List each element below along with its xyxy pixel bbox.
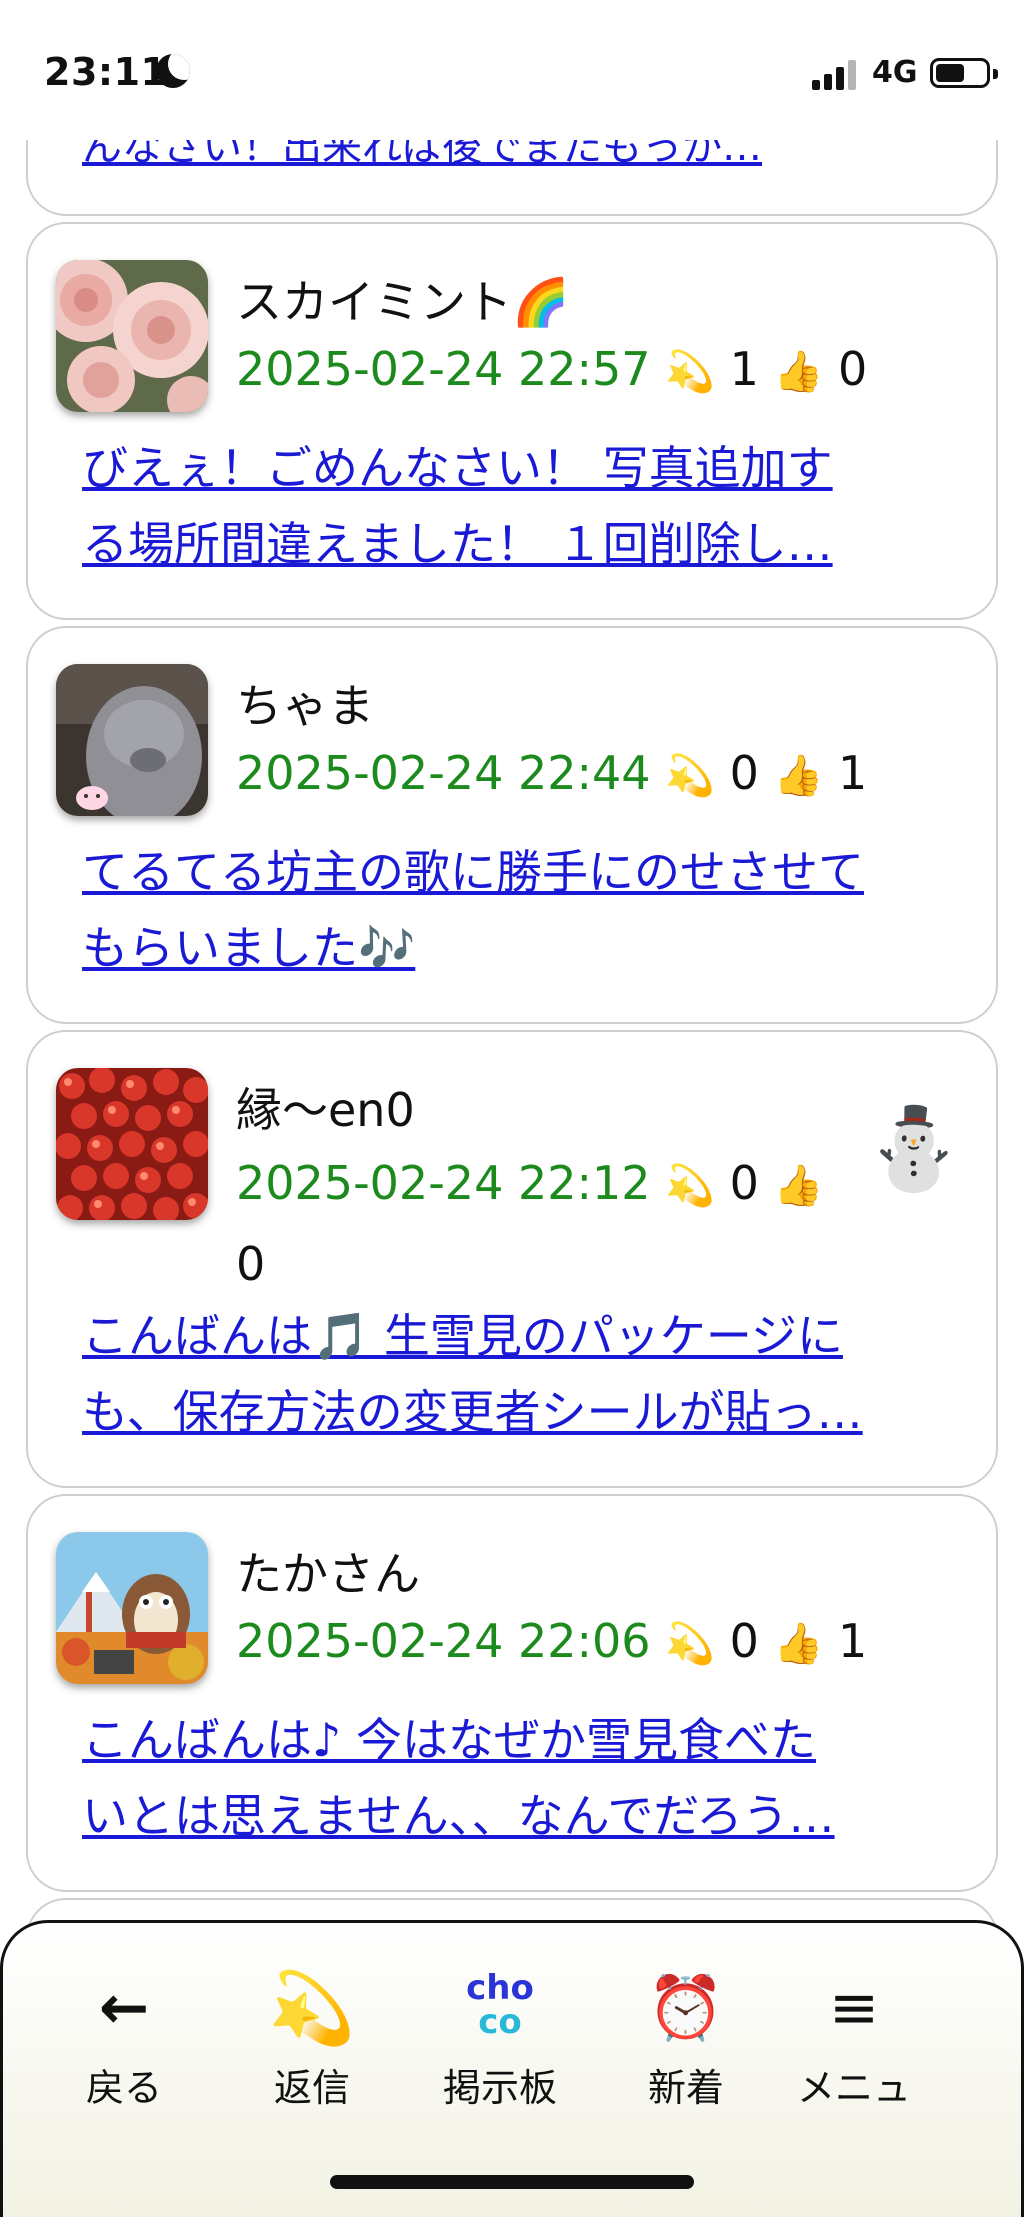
back-button[interactable]: ← 戻る [49,1963,199,2112]
thumbs-up-icon[interactable]: 👍 [774,1621,824,1667]
reply-count: 1 [729,342,759,396]
menu-button[interactable]: ≡ メニュ [779,1963,929,2112]
back-arrow-icon: ← [98,1973,150,2043]
post-card[interactable]: たかさん 2025-02-24 22:06 💫 0 👍 1 こんばんは♪ 今はな… [26,1494,998,1892]
hamburger-menu-icon: ≡ [828,1973,880,2043]
post-body-line: てるてる坊主の歌に勝手にのせさせて [82,845,864,899]
reply-icon: 💫 [665,753,715,799]
post-body-link[interactable]: こんばんは🎵 生雪見のパッケージに も、保存方法の変更者シールが貼っ… [82,1298,972,1450]
reply-label: 返信 [273,2066,350,2110]
like-count: 1 [837,746,868,800]
reply-icon: 💫 [665,349,715,395]
post-body-line: もらいました🎶 [82,921,416,975]
post-date: 2025-02-24 22:12 [236,1156,651,1210]
post-body-line: こんばんは♪ 今はなぜか雪見食べた [82,1713,816,1767]
reply-count: 0 [729,1156,759,1210]
home-indicator [330,2175,694,2189]
new-posts-button[interactable]: ⏰ 新着 [611,1963,761,2112]
bottom-nav: ← 戻る 💫 返信 cho co 掲示板 ⏰ 新着 ≡ メニュ [0,1920,1024,2217]
choco-logo-icon: cho co [466,1968,534,2042]
reply-button[interactable]: 💫 返信 [237,1963,387,2112]
post-date: 2025-02-24 22:44 [236,746,651,800]
status-bar: 23:11 4G [0,0,1024,140]
signal-icon [812,58,856,90]
post-date: 2025-02-24 22:06 [236,1614,651,1668]
snowman-icon: ⛄ [864,1102,964,1195]
board-button[interactable]: cho co 掲示板 [425,1963,575,2112]
post-body-line: こんばんは🎵 生雪見のパッケージに [82,1309,843,1363]
thumbs-up-icon[interactable]: 👍 [774,349,824,395]
network-type: 4G [872,55,918,90]
user-avatar[interactable] [56,664,208,816]
status-time: 23:11 [44,50,168,94]
moon-icon [156,54,190,88]
post-feed[interactable]: んなさい！出来れば後でまたもっか… スカイミント🌈 2025-02-24 22:… [0,0,1024,2217]
board-label: 掲示板 [442,2066,557,2110]
thumbs-up-icon[interactable]: 👍 [774,1163,824,1209]
post-body-link[interactable]: てるてる坊主の歌に勝手にのせさせて もらいました🎶 [82,834,972,986]
post-meta: 2025-02-24 22:44 💫 0 👍 1 [236,746,867,800]
post-body-line: も、保存方法の変更者シールが貼っ… [82,1385,863,1439]
reply-icon: 💫 [665,1621,715,1667]
back-label: 戻る [85,2066,162,2110]
like-count: 0 [837,342,868,396]
post-card[interactable]: 縁〜en0 2025-02-24 22:12 💫 0 👍 0 ⛄ こんばんは🎵 … [26,1030,998,1488]
post-body-link[interactable]: びえぇ！ごめんなさい！ 写真追加す る場所間違えました！ １回削除し… [82,430,972,582]
user-name[interactable]: 縁〜en0 [236,1074,415,1140]
new-posts-label: 新着 [647,2066,724,2110]
user-avatar[interactable] [56,260,208,412]
alarm-clock-icon: ⏰ [647,1971,725,2044]
menu-label: メニュ [796,2066,911,2110]
post-meta: 2025-02-24 22:57 💫 1 👍 0 [236,342,867,396]
user-avatar[interactable] [56,1532,208,1684]
reply-icon: 💫 [665,1163,715,1209]
user-avatar[interactable] [56,1068,208,1220]
post-card[interactable]: ちゃま 2025-02-24 22:44 💫 0 👍 1 てるてる坊主の歌に勝手… [26,626,998,1024]
reply-count: 0 [729,1614,759,1668]
like-count: 0 [236,1237,266,1291]
user-name[interactable]: ちゃま [236,670,374,736]
post-date: 2025-02-24 22:57 [236,342,651,396]
battery-icon [930,58,998,88]
post-body-link[interactable]: こんばんは♪ 今はなぜか雪見食べた いとは思えません、、なんでだろう… [82,1702,972,1854]
reply-icon: 💫 [268,1967,356,2049]
user-name[interactable]: スカイミント🌈 [236,266,569,332]
post-body-line: る場所間違えました！ １回削除し… [82,517,833,571]
rainbow-icon: 🌈 [512,275,570,329]
post-body-line: いとは思えません、、なんでだろう… [82,1789,835,1843]
post-meta: 2025-02-24 22:12 💫 0 👍 0 [236,1144,856,1303]
post-meta: 2025-02-24 22:06 💫 0 👍 1 [236,1614,867,1668]
reply-count: 0 [729,746,759,800]
post-body-line: びえぇ！ごめんなさい！ 写真追加す [82,441,833,495]
user-name[interactable]: たかさん [236,1538,420,1604]
thumbs-up-icon[interactable]: 👍 [774,753,824,799]
post-card[interactable]: スカイミント🌈 2025-02-24 22:57 💫 1 👍 0 びえぇ！ごめん… [26,222,998,620]
like-count: 1 [837,1614,868,1668]
